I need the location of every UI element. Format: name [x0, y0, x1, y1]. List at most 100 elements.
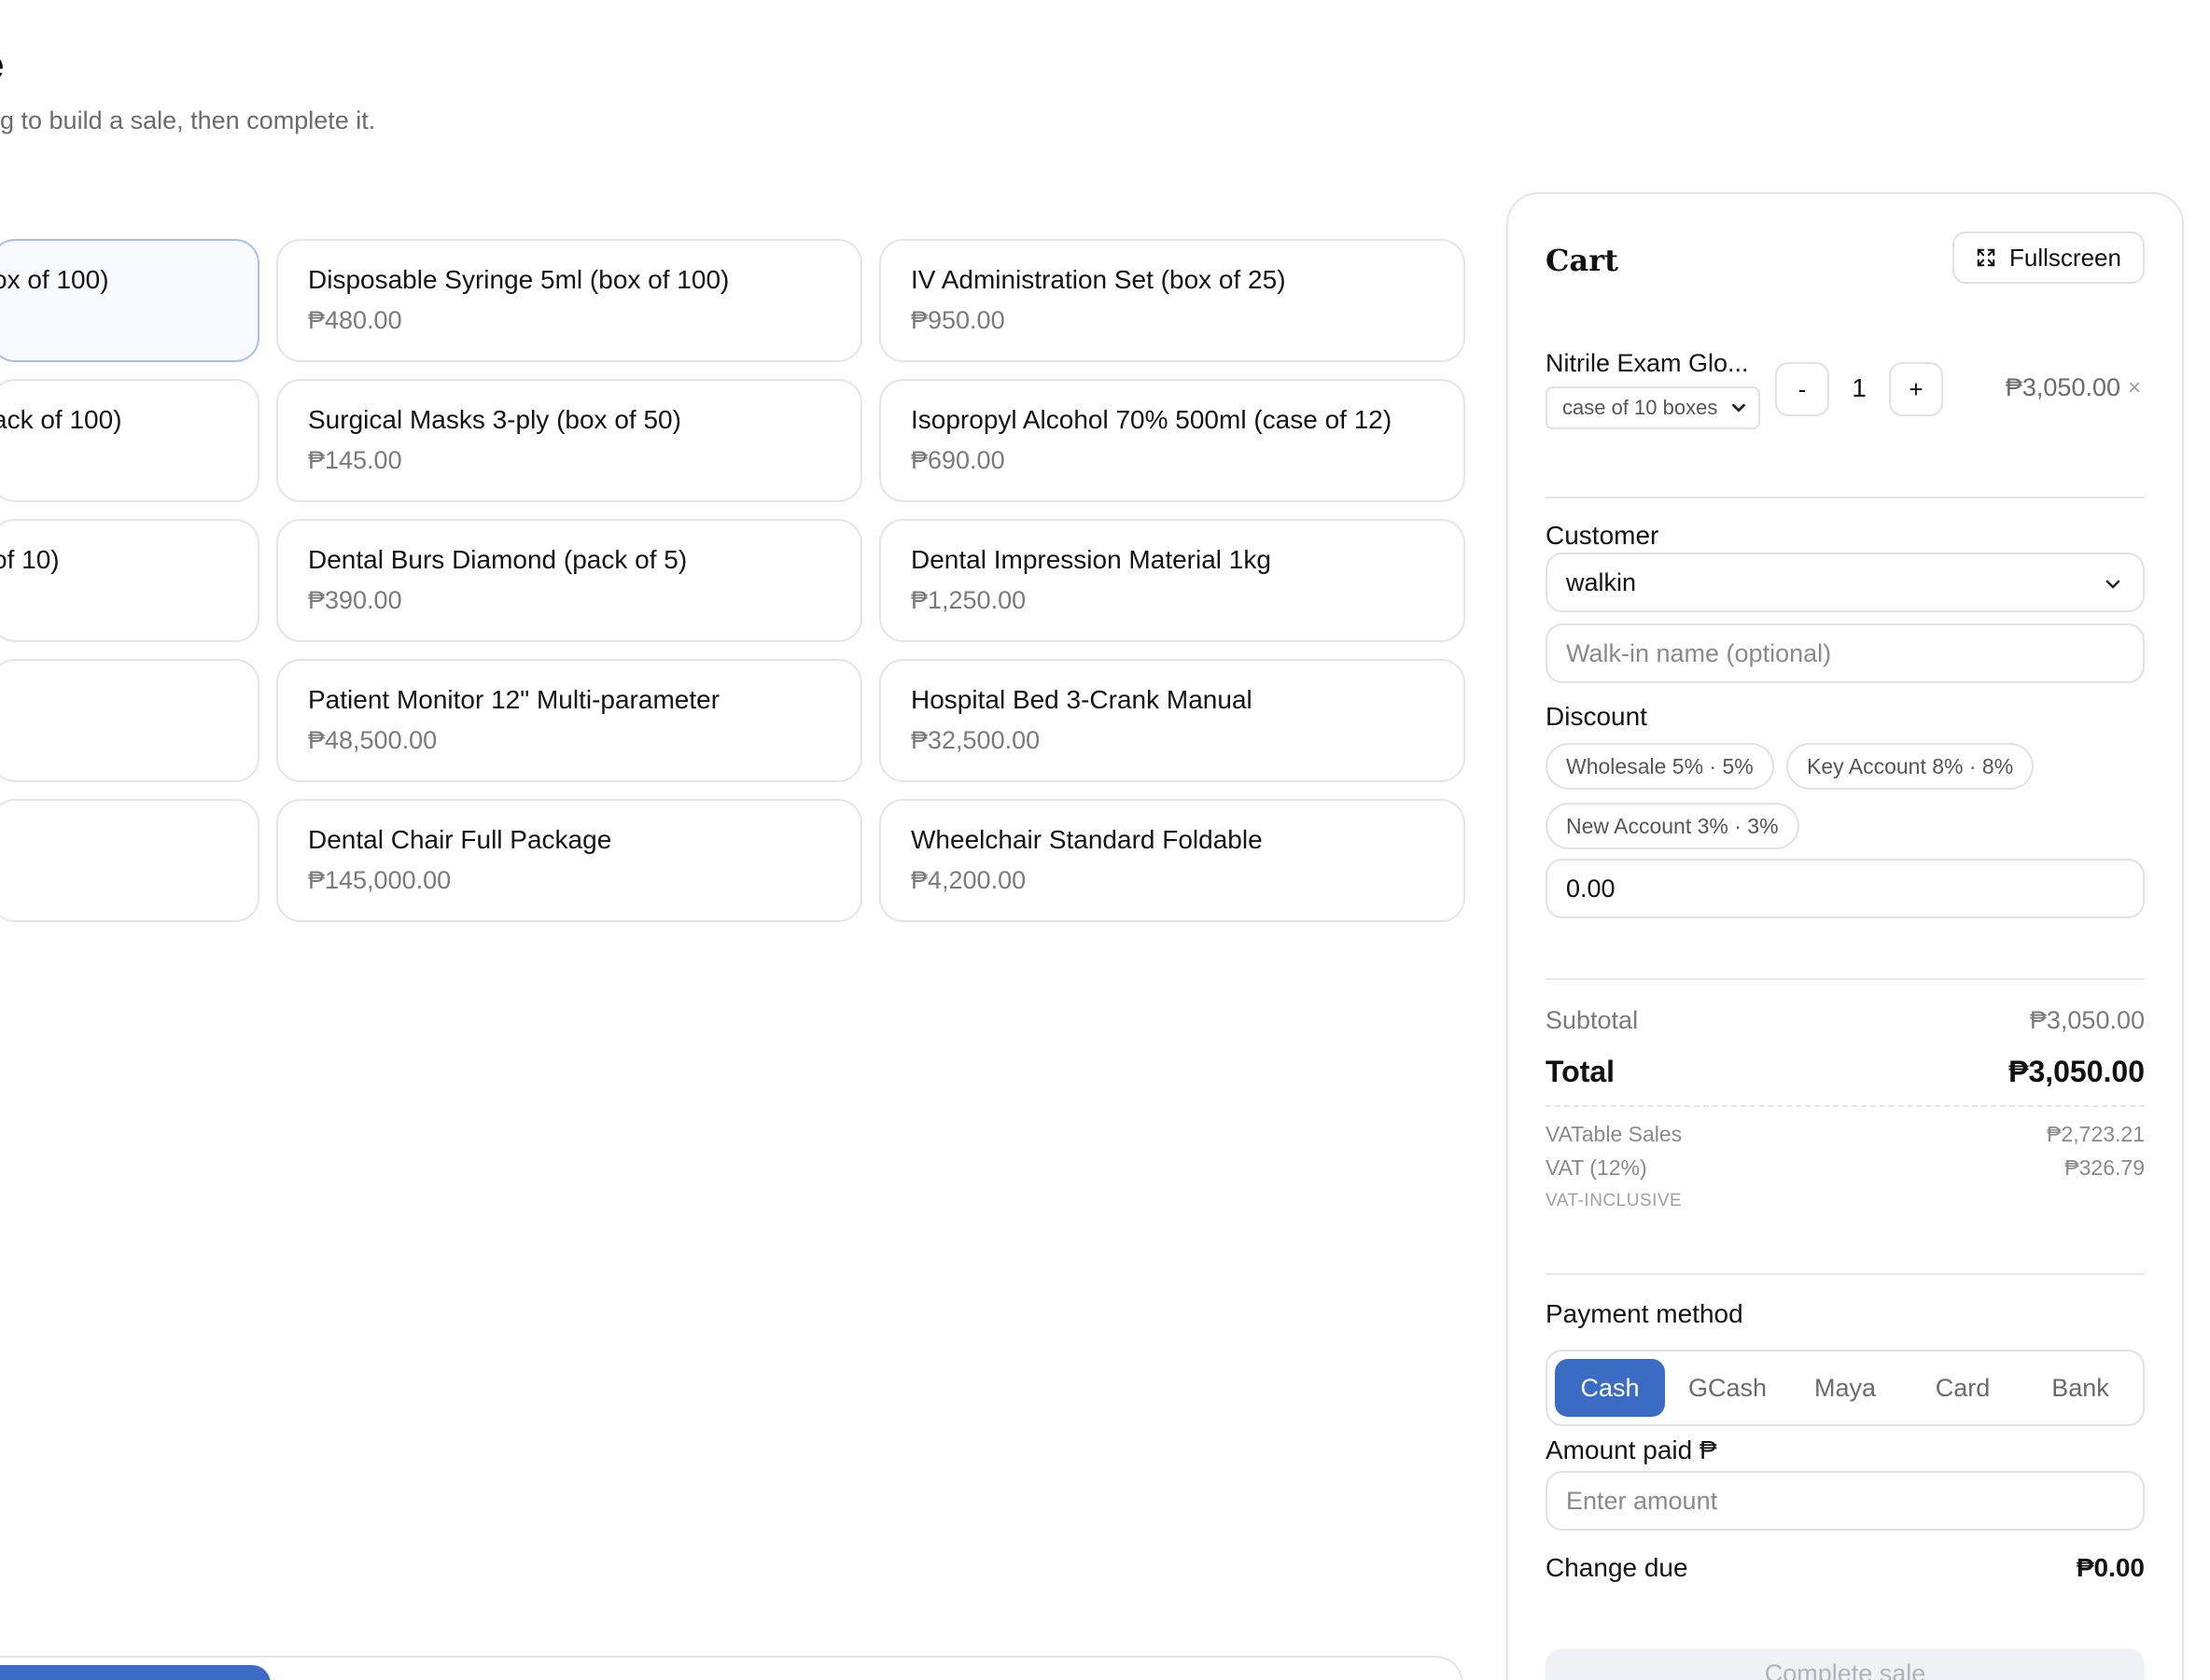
product-name: ack of 100)	[0, 405, 122, 434]
customer-select[interactable]: walkin	[1546, 553, 2145, 612]
payment-cash-button[interactable]: Cash	[1555, 1359, 1665, 1417]
payment-bank-button[interactable]: Bank	[2025, 1359, 2135, 1417]
total-value: ₱3,050.00	[2008, 1055, 2145, 1088]
expand-corners-icon	[1977, 248, 1995, 267]
walkin-name-field[interactable]: Walk-in name (optional)	[1546, 623, 2145, 683]
product-price: ₱950.00	[911, 306, 1005, 334]
product-card[interactable]: Hospital Bed 3-Crank Manual ₱32,500.00	[879, 659, 1465, 782]
product-card[interactable]: Surgical Masks 3-ply (box of 50) ₱145.00	[276, 379, 862, 502]
product-card[interactable]: IV Administration Set (box of 25) ₱950.0…	[879, 239, 1465, 362]
vatable-row: VATable Sales ₱2,723.21	[1546, 1122, 2145, 1147]
vat-value: ₱326.79	[2064, 1155, 2145, 1180]
product-name: IV Administration Set (box of 25)	[911, 265, 1286, 294]
product-price: ₱145,000.00	[308, 866, 452, 894]
qty-decrease-button[interactable]: -	[1775, 362, 1829, 416]
payment-maya-button[interactable]: Maya	[1790, 1359, 1900, 1417]
payment-option-label: Card	[1935, 1373, 1991, 1402]
dashed-divider	[1546, 1105, 2145, 1107]
discount-chip-label: Wholesale 5% · 5%	[1566, 753, 1754, 778]
product-card[interactable]: Dental Impression Material 1kg ₱1,250.00	[879, 519, 1465, 642]
product-card[interactable]: Isopropyl Alcohol 70% 500ml (case of 12)…	[879, 379, 1465, 502]
subtotal-label: Subtotal	[1546, 1006, 1639, 1034]
remove-item-button[interactable]: ×	[2128, 375, 2141, 401]
subtotal-value: ₱3,050.00	[2029, 1006, 2145, 1034]
fullscreen-button[interactable]: Fullscreen	[1952, 231, 2145, 284]
payment-method-label: Payment method	[1546, 1299, 1743, 1328]
discount-chip-new-account[interactable]: New Account 3% · 3%	[1546, 803, 1799, 849]
customer-select-value: walkin	[1566, 567, 1637, 596]
product-card[interactable]	[0, 659, 259, 782]
amount-paid-label: Amount paid ₱	[1546, 1435, 1717, 1464]
minus-icon: -	[1797, 374, 1807, 403]
cart-panel: Cart Fullscreen Nitrile Exam Glo... case…	[1506, 192, 2184, 1680]
product-name: Isopropyl Alcohol 70% 500ml (case of 12)	[911, 405, 1392, 434]
vat-label: VAT (12%)	[1546, 1155, 1647, 1180]
walkin-name-placeholder: Walk-in name (optional)	[1566, 638, 1832, 667]
vatable-value: ₱2,723.21	[2047, 1122, 2145, 1146]
complete-sale-label: Complete sale	[1764, 1659, 1926, 1680]
cart-title: Cart	[1546, 243, 1618, 278]
amount-paid-field[interactable]: Enter amount	[1546, 1471, 2145, 1531]
total-row: Total ₱3,050.00	[1546, 1055, 2145, 1089]
change-due-label: Change due	[1546, 1553, 1688, 1582]
divider	[1546, 1273, 2145, 1275]
complete-sale-button[interactable]: Complete sale	[1546, 1648, 2145, 1680]
cart-item-name: Nitrile Exam Glo...	[1546, 349, 1749, 377]
product-price: ₱480.00	[308, 306, 402, 334]
product-name: Patient Monitor 12" Multi-parameter	[308, 685, 720, 714]
vat-row: VAT (12%) ₱326.79	[1546, 1155, 2145, 1181]
page-subtitle: g to build a sale, then complete it.	[0, 106, 376, 134]
product-name: Dental Chair Full Package	[308, 825, 612, 854]
payment-option-label: Cash	[1580, 1373, 1640, 1402]
product-price: ₱4,200.00	[911, 866, 1027, 894]
pagination-active-button[interactable]	[0, 1665, 271, 1680]
discount-chip-label: Key Account 8% · 8%	[1807, 753, 2014, 778]
product-card[interactable]: Disposable Syringe 5ml (box of 100) ₱480…	[276, 239, 862, 362]
product-grid: ox of 100) Disposable Syringe 5ml (box o…	[0, 239, 1465, 922]
product-card[interactable]: ack of 100)	[0, 379, 259, 502]
qty-increase-button[interactable]: +	[1889, 362, 1943, 416]
product-card[interactable]: Dental Burs Diamond (pack of 5) ₱390.00	[276, 519, 862, 642]
product-name: Dental Burs Diamond (pack of 5)	[308, 545, 688, 574]
discount-amount-value: 0.00	[1566, 874, 1616, 903]
product-name: of 10)	[0, 545, 60, 574]
product-card[interactable]: of 10)	[0, 519, 259, 642]
product-card[interactable]: Patient Monitor 12" Multi-parameter ₱48,…	[276, 659, 862, 782]
product-card[interactable]: Wheelchair Standard Foldable ₱4,200.00	[879, 799, 1465, 922]
payment-card-button[interactable]: Card	[1908, 1359, 2018, 1417]
discount-chip-wholesale[interactable]: Wholesale 5% · 5%	[1546, 743, 1774, 790]
unit-select[interactable]: case of 10 boxes	[1546, 386, 1760, 429]
total-label: Total	[1546, 1055, 1616, 1088]
product-name: Disposable Syringe 5ml (box of 100)	[308, 265, 730, 294]
chevron-down-icon	[2105, 580, 2120, 589]
product-price: ₱390.00	[308, 586, 402, 614]
product-card[interactable]	[0, 799, 259, 922]
product-price: ₱32,500.00	[911, 726, 1041, 754]
plus-icon: +	[1909, 374, 1923, 403]
unit-select-value: case of 10 boxes	[1562, 396, 1718, 419]
close-icon: ×	[2128, 375, 2142, 400]
change-due-value: ₱0.00	[2076, 1553, 2145, 1582]
qty-value: 1	[1852, 373, 1867, 402]
product-price: ₱48,500.00	[308, 726, 438, 754]
divider	[1546, 978, 2145, 980]
product-name: ox of 100)	[0, 265, 109, 294]
payment-option-label: Maya	[1813, 1373, 1877, 1402]
product-price: ₱145.00	[308, 446, 402, 474]
fullscreen-label: Fullscreen	[2009, 243, 2121, 272]
discount-chip-key-account[interactable]: Key Account 8% · 8%	[1786, 743, 2035, 790]
product-card[interactable]: ox of 100)	[0, 239, 259, 362]
payment-gcash-button[interactable]: GCash	[1672, 1359, 1783, 1417]
vatable-label: VATable Sales	[1546, 1122, 1683, 1146]
payment-option-label: GCash	[1687, 1373, 1768, 1402]
product-name: Hospital Bed 3-Crank Manual	[911, 685, 1252, 714]
payment-option-label: Bank	[2051, 1373, 2109, 1402]
product-card[interactable]: Dental Chair Full Package ₱145,000.00	[276, 799, 862, 922]
discount-amount-field[interactable]: 0.00	[1546, 859, 2145, 918]
product-name: Wheelchair Standard Foldable	[911, 825, 1263, 854]
vat-inclusive-note: VAT-INCLUSIVE	[1546, 1191, 1683, 1211]
amount-paid-placeholder: Enter amount	[1566, 1486, 1718, 1515]
product-name: Surgical Masks 3-ply (box of 50)	[308, 405, 681, 434]
divider	[1546, 497, 2145, 498]
product-price: ₱690.00	[911, 446, 1005, 474]
